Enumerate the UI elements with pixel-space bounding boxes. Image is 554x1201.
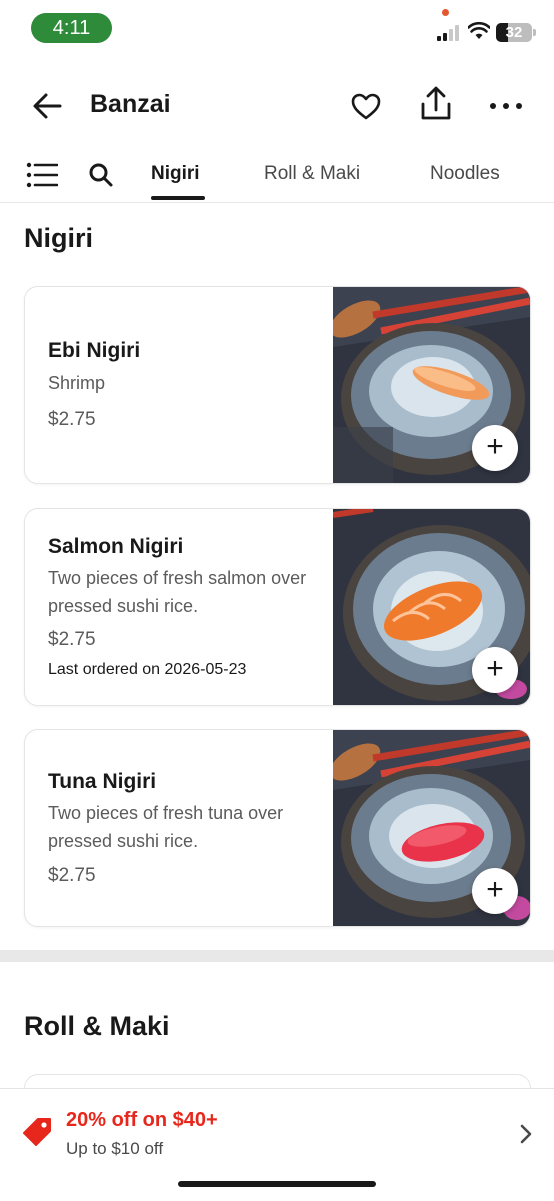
category-tabs: Nigiri Roll & Maki Noodles: [0, 150, 554, 203]
active-tab-indicator: [151, 196, 205, 200]
chevron-right-icon: [520, 1124, 532, 1144]
last-ordered-note: Last ordered on 2026-05-23: [48, 661, 247, 678]
tab-noodles[interactable]: Noodles: [430, 163, 500, 185]
plus-icon: +: [486, 430, 504, 463]
list-icon[interactable]: [26, 162, 58, 188]
tab-roll-maki[interactable]: Roll & Maki: [264, 163, 360, 185]
section-divider: [0, 950, 554, 962]
menu-item-card[interactable]: Salmon Nigiri Two pieces of fresh salmon…: [24, 508, 531, 706]
status-time: 4:11: [31, 13, 112, 43]
menu-item-card[interactable]: Tuna Nigiri Two pieces of fresh tuna ove…: [24, 729, 531, 927]
item-price: $2.75: [48, 409, 96, 430]
item-description: Two pieces of fresh tuna over pressed su…: [48, 803, 284, 851]
wifi-icon: [468, 22, 490, 39]
promo-title: 20% off on $40+: [66, 1109, 218, 1131]
add-to-cart-button[interactable]: +: [472, 647, 518, 693]
share-icon[interactable]: [416, 84, 456, 124]
item-name: Tuna Nigiri: [48, 770, 157, 793]
add-to-cart-button[interactable]: +: [472, 425, 518, 471]
item-description: Shrimp: [48, 373, 106, 393]
privacy-indicator-dot: [442, 9, 449, 16]
tag-icon: [23, 1118, 51, 1146]
plus-icon: +: [486, 873, 504, 906]
item-price: $2.75: [48, 629, 96, 650]
battery-icon: 32: [496, 23, 532, 42]
menu-item-card[interactable]: Ebi Nigiri Shrimp $2.75 +: [24, 286, 531, 484]
item-name: Ebi Nigiri: [48, 339, 141, 362]
promo-subtitle: Up to $10 off: [66, 1139, 164, 1158]
add-to-cart-button[interactable]: +: [472, 868, 518, 914]
home-indicator: [178, 1181, 376, 1187]
section-title-roll-maki: Roll & Maki: [24, 1011, 170, 1041]
plus-icon: +: [486, 652, 504, 685]
item-description: Two pieces of fresh salmon over pressed …: [48, 568, 307, 616]
battery-level: 32: [505, 24, 523, 41]
store-title: Banzai: [90, 90, 171, 118]
more-icon[interactable]: [486, 88, 526, 124]
item-price: $2.75: [48, 865, 96, 886]
store-header: Banzai: [0, 72, 554, 142]
search-icon[interactable]: [88, 162, 114, 188]
tab-nigiri[interactable]: Nigiri: [151, 163, 200, 185]
signal-icon: [437, 25, 461, 41]
section-title-nigiri: Nigiri: [24, 223, 94, 253]
heart-icon[interactable]: [348, 88, 384, 124]
battery-cap: [533, 29, 536, 36]
back-arrow-icon[interactable]: [28, 86, 68, 126]
status-bar: 4:11 32: [0, 0, 554, 56]
item-name: Salmon Nigiri: [48, 535, 184, 558]
